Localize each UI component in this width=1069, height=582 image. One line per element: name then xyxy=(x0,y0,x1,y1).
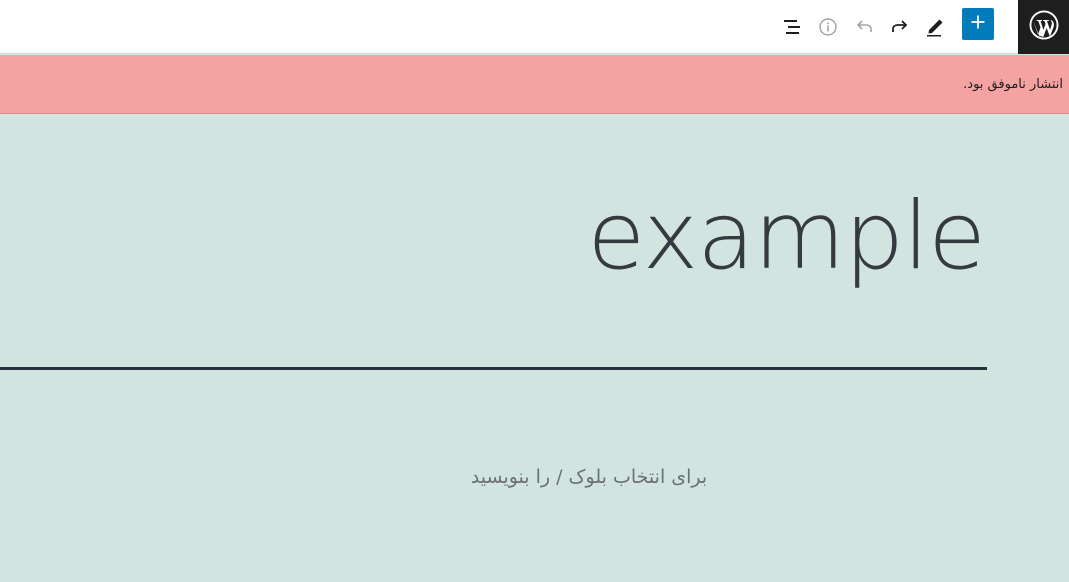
undo-button[interactable] xyxy=(848,11,880,43)
undo-icon xyxy=(854,17,874,37)
redo-button[interactable] xyxy=(884,11,916,43)
publish-error-notice: انتشار ناموفق بود. xyxy=(0,55,1069,114)
list-view-button[interactable] xyxy=(776,11,808,43)
wordpress-logo-icon xyxy=(1028,9,1060,45)
tools-button[interactable] xyxy=(919,11,951,43)
wordpress-logo-button[interactable] xyxy=(1018,0,1069,54)
separator-block xyxy=(0,367,987,370)
block-inserter-button[interactable] xyxy=(962,8,994,40)
editor-canvas: example برای انتخاب بلوک / را بنویسید xyxy=(0,114,1069,582)
block-appender-placeholder[interactable]: برای انتخاب بلوک / را بنویسید xyxy=(469,466,709,488)
editor-header xyxy=(0,0,1069,54)
pencil-icon xyxy=(925,17,945,37)
post-title[interactable]: example xyxy=(587,182,986,292)
info-icon xyxy=(818,17,838,37)
list-view-icon xyxy=(781,18,803,36)
details-button[interactable] xyxy=(812,11,844,43)
notice-message: انتشار ناموفق بود. xyxy=(963,77,1063,92)
redo-icon xyxy=(890,17,910,37)
plus-icon xyxy=(970,14,986,34)
